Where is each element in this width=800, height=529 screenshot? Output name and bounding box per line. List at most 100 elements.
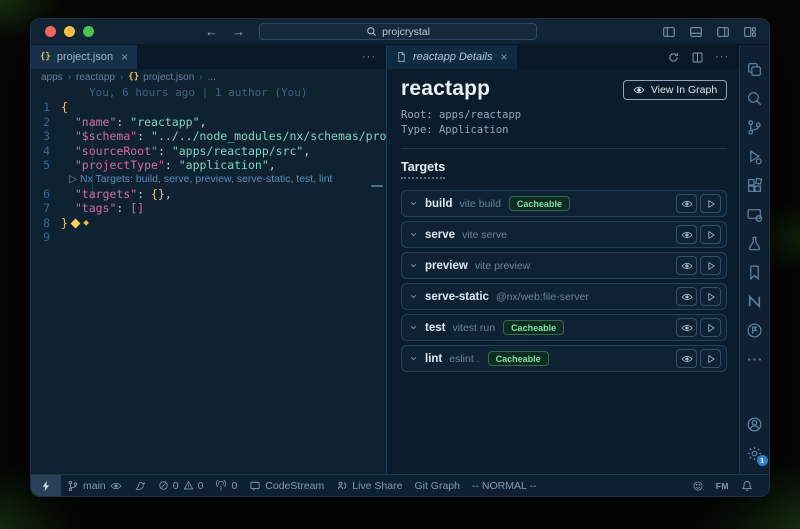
breadcrumb-item[interactable]: ... <box>208 72 216 83</box>
live-share-icon <box>336 480 348 492</box>
close-tab-icon[interactable]: × <box>121 50 128 64</box>
code-editor[interactable]: You, 6 hours ago | 1 author (You)1{2 "na… <box>31 85 386 474</box>
run-target-button[interactable] <box>700 256 721 275</box>
activity-files-icon[interactable] <box>742 55 768 84</box>
line-number: 2 <box>31 115 61 129</box>
chevron-down-icon <box>409 199 418 208</box>
ports-indicator[interactable]: 0 <box>209 475 243 496</box>
breadcrumb-item[interactable]: apps <box>41 72 63 83</box>
activity-gear-icon[interactable]: 1 <box>742 439 768 468</box>
refresh-icon[interactable] <box>667 51 680 64</box>
run-debug-icon <box>746 148 763 165</box>
target-row-serve-static[interactable]: serve-static@nx/web:file-server <box>401 283 727 310</box>
status-bar: main 0 0 0 CodeStream Live Share Git Gra… <box>31 474 769 496</box>
toggle-sidebar-left-icon[interactable] <box>662 25 676 39</box>
line-number <box>31 86 61 100</box>
project-root: Root: apps/reactapp <box>401 108 727 123</box>
view-target-button[interactable] <box>676 349 697 368</box>
activity-run-debug-icon[interactable] <box>742 142 768 171</box>
run-target-button[interactable] <box>700 194 721 213</box>
traffic-lights <box>45 26 94 37</box>
run-target-button[interactable] <box>700 318 721 337</box>
activity-extensions-icon[interactable] <box>742 171 768 200</box>
target-command: vite serve <box>462 229 507 241</box>
more-icon <box>746 351 763 368</box>
code-line: You, 6 hours ago | 1 author (You) <box>31 86 386 100</box>
view-in-graph-button[interactable]: View In Graph <box>623 80 727 100</box>
view-target-button[interactable] <box>676 194 697 213</box>
activity-more-icon[interactable] <box>742 345 768 374</box>
customize-layout-icon[interactable] <box>743 25 757 39</box>
left-tabbar: {} project.json × ··· <box>31 45 386 69</box>
target-row-build[interactable]: buildvite buildCacheable <box>401 190 727 217</box>
code-line: 1{ <box>31 100 386 114</box>
editor-actions-more-icon[interactable]: ··· <box>715 51 729 63</box>
divider <box>401 148 727 149</box>
activity-beaker-icon[interactable] <box>742 229 768 258</box>
chevron-down-icon <box>409 261 418 270</box>
toggle-sidebar-right-icon[interactable] <box>716 25 730 39</box>
bird-indicator[interactable] <box>128 475 152 496</box>
minimize-window-button[interactable] <box>64 26 75 37</box>
nav-forward-icon[interactable]: → <box>232 24 245 39</box>
breadcrumb-item[interactable]: reactapp <box>76 72 115 83</box>
tab-project-json[interactable]: {} project.json × <box>31 45 137 69</box>
codestream-indicator[interactable]: CodeStream <box>243 475 330 496</box>
formatter-indicator[interactable]: FM <box>710 481 735 491</box>
split-editor-icon[interactable] <box>691 51 704 64</box>
error-count: 0 <box>173 480 179 492</box>
run-target-button[interactable] <box>700 225 721 244</box>
run-target-button[interactable] <box>700 349 721 368</box>
git-branch-icon <box>67 480 79 492</box>
json-file-icon: {} <box>40 52 51 62</box>
problems-indicator[interactable]: 0 0 <box>152 475 210 496</box>
eye-icon <box>681 229 693 241</box>
tab-reactapp-details[interactable]: reactapp Details × <box>387 45 517 69</box>
target-row-lint[interactable]: linteslint .Cacheable <box>401 345 727 372</box>
codestream-label: CodeStream <box>265 480 324 492</box>
view-target-button[interactable] <box>676 318 697 337</box>
activity-search-icon[interactable] <box>742 84 768 113</box>
activity-remote-window-icon[interactable] <box>742 200 768 229</box>
zoom-window-button[interactable] <box>83 26 94 37</box>
code-line: 6 "targets": {}, <box>31 187 386 201</box>
feedback-indicator[interactable] <box>686 480 710 492</box>
notifications-indicator[interactable] <box>735 480 759 492</box>
command-center-search[interactable]: projcrystal <box>259 23 537 40</box>
live-share-indicator[interactable]: Live Share <box>330 475 408 496</box>
activity-flag-circle-icon[interactable] <box>742 316 768 345</box>
remote-indicator[interactable] <box>31 475 61 496</box>
chevron-down-icon <box>409 323 418 332</box>
sparkle-icon <box>83 220 89 226</box>
nav-back-icon[interactable]: ← <box>205 24 218 39</box>
breadcrumb-item[interactable]: {}project.json <box>128 72 194 83</box>
toggle-panel-icon[interactable] <box>689 25 703 39</box>
view-target-button[interactable] <box>676 225 697 244</box>
target-row-serve[interactable]: servevite serve <box>401 221 727 248</box>
target-row-preview[interactable]: previewvite preview <box>401 252 727 279</box>
line-number: 6 <box>31 187 61 201</box>
target-row-test[interactable]: testvitest runCacheable <box>401 314 727 341</box>
branch-name: main <box>83 480 106 492</box>
close-tab-icon[interactable]: × <box>501 50 508 64</box>
nx-codelens[interactable]: ▷ Nx Targets: build, serve, preview, ser… <box>61 172 386 186</box>
activity-nx-icon[interactable] <box>742 287 768 316</box>
target-name: serve-static <box>425 291 489 303</box>
beaker-icon <box>746 235 763 252</box>
breadcrumb: apps›reactapp›{}project.json›... <box>31 69 386 85</box>
activity-bookmark-icon[interactable] <box>742 258 768 287</box>
activity-account-icon[interactable] <box>742 410 768 439</box>
warning-count: 0 <box>198 480 204 492</box>
git-graph-indicator[interactable]: Git Graph <box>408 475 466 496</box>
close-window-button[interactable] <box>45 26 56 37</box>
activity-source-control-icon[interactable] <box>742 113 768 142</box>
play-icon <box>706 261 716 271</box>
git-branch-indicator[interactable]: main <box>61 475 128 496</box>
editor-actions-more-icon[interactable]: ··· <box>362 51 376 63</box>
eye-icon <box>681 198 693 210</box>
vim-mode-indicator[interactable]: -- NORMAL -- <box>466 475 542 496</box>
view-target-button[interactable] <box>676 256 697 275</box>
vim-mode-label: -- NORMAL -- <box>472 480 536 492</box>
run-target-button[interactable] <box>700 287 721 306</box>
view-target-button[interactable] <box>676 287 697 306</box>
